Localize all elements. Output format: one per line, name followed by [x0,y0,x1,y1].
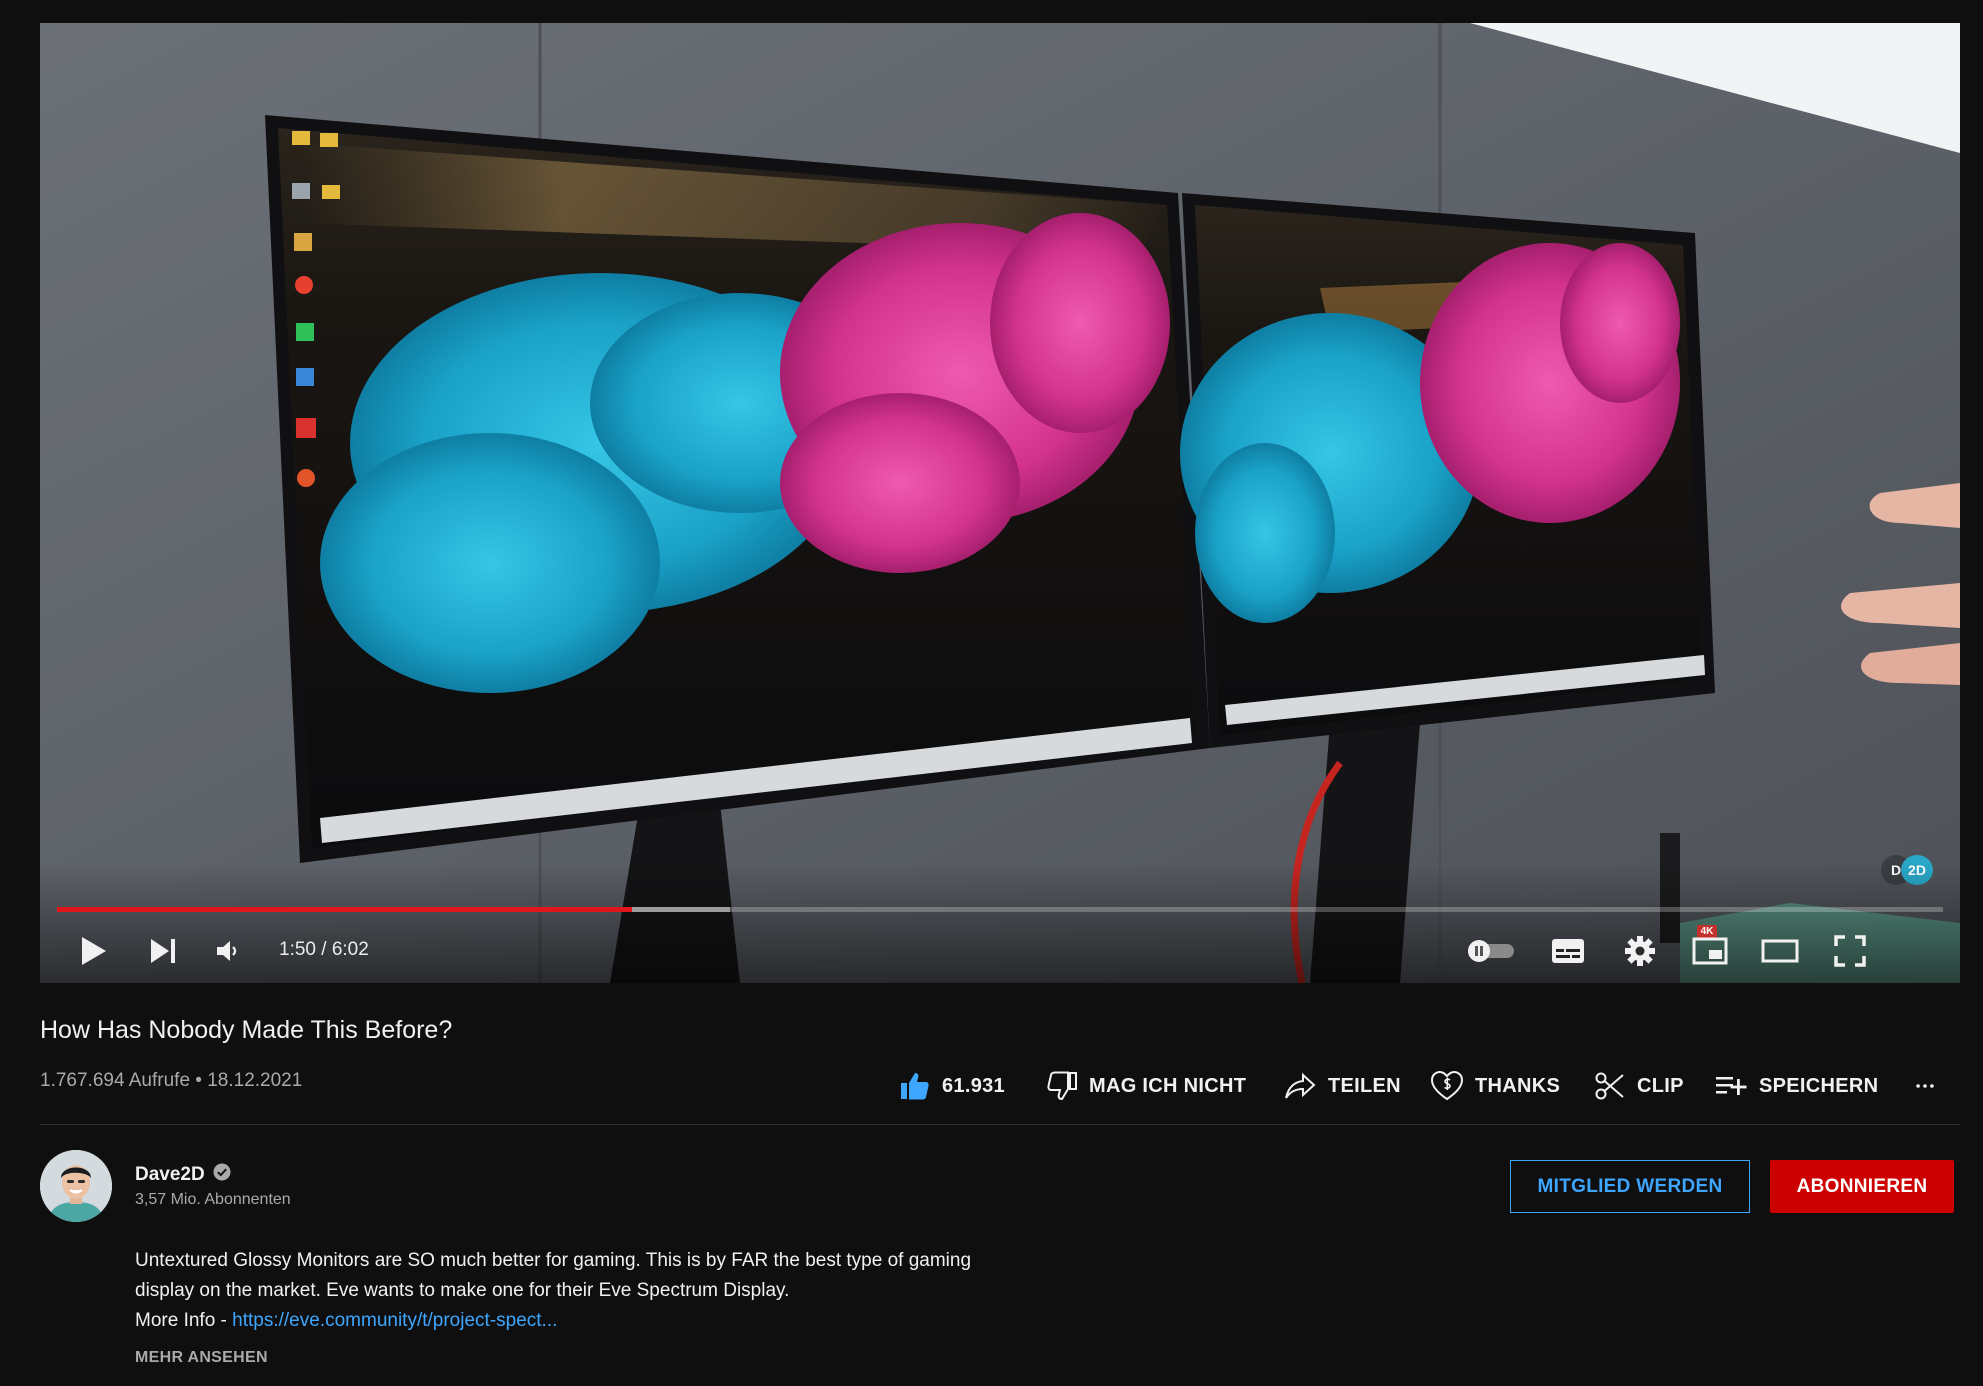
fullscreen-icon [1834,935,1866,967]
share-button[interactable]: TEILEN [1284,1068,1401,1104]
share-icon [1285,1072,1316,1099]
clip-label: CLIP [1637,1074,1684,1097]
save-label: SPEICHERN [1759,1074,1879,1097]
description-line-3: More Info - https://eve.community/t/proj… [135,1306,1135,1336]
channel-avatar[interactable] [40,1150,112,1222]
volume-icon [217,941,237,961]
channel-name-row[interactable]: Dave2D [135,1163,231,1187]
scissors-icon [1595,1072,1624,1100]
video-frame [40,23,1960,983]
divider [40,1124,1960,1125]
thanks-button[interactable]: THANKS [1431,1068,1560,1104]
share-label: TEILEN [1328,1074,1401,1097]
play-icon [82,937,106,965]
miniplayer-icon [1692,937,1728,965]
dislike-label: MAG ICH NICHT [1089,1074,1247,1097]
settings-button[interactable] [1615,931,1665,971]
description-line-1: Untextured Glossy Monitors are SO much b… [135,1250,972,1271]
like-count: 61.931 [942,1074,1005,1097]
next-button[interactable] [138,931,188,971]
thumbs-down-icon [1047,1071,1077,1101]
next-icon [151,939,175,963]
more-horizontal-icon [1916,1084,1934,1088]
theater-mode-icon [1761,939,1799,963]
video-description: Untextured Glossy Monitors are SO much b… [135,1246,1135,1336]
description-link[interactable]: https://eve.community/t/project-spect... [232,1310,557,1331]
avatar-image [40,1150,112,1222]
thumbs-up-icon [901,1073,929,1100]
subtitles-icon [1552,939,1584,963]
playlist-add-icon [1716,1077,1747,1095]
save-button[interactable]: SPEICHERN [1715,1068,1878,1104]
controls-gradient [40,863,1960,983]
autoplay-toggle[interactable] [1463,931,1519,971]
show-more-button[interactable]: MEHR ANSEHEN [135,1349,268,1367]
subscribe-button[interactable]: ABONNIEREN [1770,1160,1954,1213]
join-membership-button[interactable]: MITGLIED WERDEN [1510,1160,1750,1213]
subtitles-button[interactable] [1543,931,1593,971]
more-actions-button[interactable] [1916,1068,1946,1104]
volume-button[interactable] [203,931,253,971]
video-meta: 1.767.694 Aufrufe • 18.12.2021 [40,1070,303,1091]
fullscreen-button[interactable] [1825,931,1875,971]
time-display: 1:50 / 6:02 [279,939,369,960]
progress-bar[interactable] [57,907,1943,912]
thanks-heart-icon [1431,1071,1463,1101]
description-more-info-prefix: More Info - [135,1310,233,1331]
progress-played [57,907,633,912]
channel-name[interactable]: Dave2D [135,1164,205,1186]
dislike-button[interactable]: MAG ICH NICHT [1047,1068,1246,1104]
clip-button[interactable]: CLIP [1595,1068,1684,1104]
video-title: How Has Nobody Made This Before? [40,1016,453,1044]
subscriber-count: 3,57 Mio. Abonnenten [135,1191,291,1208]
play-button[interactable] [68,931,118,971]
video-player[interactable]: D 2D 1:50 / 6:02 4K [40,23,1960,983]
thanks-label: THANKS [1475,1074,1561,1097]
like-button[interactable]: 61.931 [900,1068,1005,1104]
theater-mode-button[interactable] [1755,931,1805,971]
settings-gear-icon [1625,936,1655,966]
verified-check-icon [213,1163,231,1187]
autoplay-toggle-icon [1468,940,1514,962]
miniplayer-button[interactable] [1685,931,1735,971]
description-line-2: display on the market. Eve wants to make… [135,1280,790,1301]
